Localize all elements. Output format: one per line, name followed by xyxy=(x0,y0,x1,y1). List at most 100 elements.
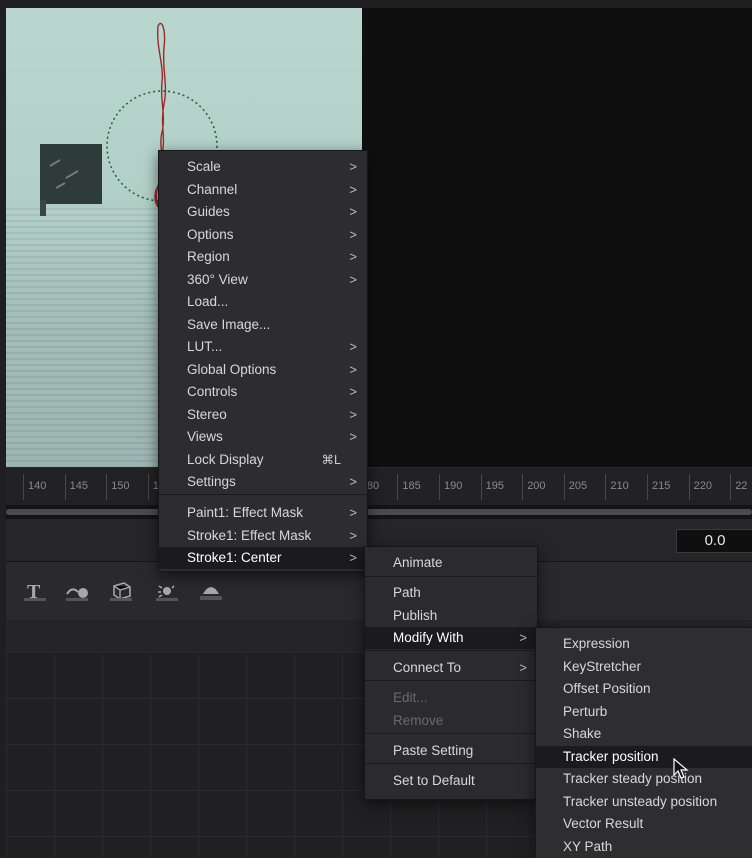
submenu-arrow-icon: > xyxy=(349,527,357,543)
menu-item-label: Publish xyxy=(393,607,438,623)
menu-item-label: Tracker position xyxy=(563,748,659,764)
submenu-arrow-icon: > xyxy=(519,660,527,675)
menu-item-label: Save Image... xyxy=(187,316,271,332)
modify-with-submenu: Expression KeyStretcher Offset Position Per… xyxy=(535,627,752,858)
context-menu-item[interactable]: Paint1: Effect Mask > xyxy=(159,502,367,524)
modify-with-item[interactable]: Offset Position xyxy=(536,678,752,700)
viewer-right[interactable] xyxy=(362,8,752,467)
context-menu-item[interactable]: Settings > xyxy=(159,471,367,493)
modify-with-item[interactable]: Shake xyxy=(536,723,752,745)
center-submenu-item[interactable]: Paste Setting xyxy=(365,740,537,762)
context-menu-item[interactable]: Stroke1: Effect Mask > xyxy=(159,525,367,547)
center-submenu-item[interactable]: Publish xyxy=(365,605,537,627)
ruler-tick-label: 215 xyxy=(647,474,670,500)
menu-item-label: Perturb xyxy=(563,703,608,719)
center-submenu-item: Edit... xyxy=(365,687,537,709)
ruler-tick-label: 150 xyxy=(106,474,130,500)
submenu-arrow-icon: > xyxy=(349,249,357,264)
context-menu-item[interactable]: Lock Display ⌘L xyxy=(159,449,367,471)
modify-with-item[interactable]: Tracker steady position xyxy=(536,768,752,790)
context-menu-item[interactable]: Scale > xyxy=(159,156,367,178)
mouse-cursor-icon xyxy=(673,758,689,779)
context-menu-item[interactable]: Stereo > xyxy=(159,404,367,426)
modify-with-item[interactable]: KeyStretcher xyxy=(536,656,752,678)
value-field[interactable]: 0.0 xyxy=(676,529,752,553)
modify-with-item[interactable]: Perturb xyxy=(536,701,752,723)
menu-item-label: KeyStretcher xyxy=(563,658,642,674)
submenu-arrow-icon: > xyxy=(349,429,357,444)
center-submenu-item: Remove xyxy=(365,710,537,732)
context-menu-item[interactable]: Guides > xyxy=(159,201,367,223)
context-menu-item[interactable]: Views > xyxy=(159,426,367,448)
menu-item-label: Controls xyxy=(187,384,238,399)
paint-tool-icon[interactable] xyxy=(62,578,92,604)
particle-tool-icon[interactable] xyxy=(152,578,182,604)
3d-tool-icon[interactable] xyxy=(106,578,136,604)
center-submenu-item[interactable]: Animate xyxy=(365,552,537,574)
ruler-tick-label: 205 xyxy=(563,474,587,500)
center-submenu-item[interactable]: Modify With > xyxy=(365,627,537,649)
menu-item-label: Connect To xyxy=(393,660,462,675)
ruler-tick-label: 195 xyxy=(480,474,504,500)
ruler-tick-label: 220 xyxy=(688,474,712,500)
context-menu-item[interactable]: LUT... > xyxy=(159,336,367,358)
text-tool-icon[interactable]: T xyxy=(20,578,50,604)
menu-item-label: Shake xyxy=(563,726,602,741)
submenu-arrow-icon: > xyxy=(349,505,357,520)
menu-item-label: Global Options xyxy=(187,361,277,377)
context-menu-item[interactable]: Global Options > xyxy=(159,359,367,381)
menu-item-label: Scale xyxy=(187,159,221,174)
menu-item-label: Options xyxy=(187,226,234,242)
menu-item-label: Paste Setting xyxy=(393,743,474,758)
ruler-tick-label: 140 xyxy=(23,474,46,500)
menu-item-label: XY Path xyxy=(563,838,613,854)
flag-object xyxy=(40,144,102,216)
submenu-arrow-icon: > xyxy=(349,339,357,354)
menu-item-label: Vector Result xyxy=(563,816,644,831)
menu-separator xyxy=(365,576,537,577)
menu-item-label: Paint1: Effect Mask xyxy=(187,505,304,520)
menu-item-label: Stroke1: Center xyxy=(187,550,282,565)
ruler-tick-label: 145 xyxy=(64,474,88,500)
menu-item-label: Modify With xyxy=(393,630,464,645)
menu-item-label: Stereo xyxy=(187,406,227,422)
submenu-arrow-icon: > xyxy=(349,474,357,489)
submenu-arrow-icon: > xyxy=(349,159,357,174)
context-menu-item[interactable]: Save Image... xyxy=(159,314,367,336)
context-menu-item[interactable]: Controls > xyxy=(159,381,367,403)
menu-item-label: Lock Display xyxy=(187,451,264,467)
menu-separator xyxy=(365,680,537,681)
modify-with-item[interactable]: Tracker unsteady position xyxy=(536,791,752,813)
shortcut-label: ⌘L xyxy=(321,452,341,467)
context-menu-item[interactable]: Options > xyxy=(159,224,367,246)
modify-with-item[interactable]: Vector Result xyxy=(536,813,752,835)
submenu-arrow-icon: > xyxy=(349,406,357,422)
submenu-arrow-icon: > xyxy=(349,361,357,377)
submenu-arrow-icon: > xyxy=(519,630,527,645)
context-menu-item[interactable]: Load... xyxy=(159,291,367,313)
context-menu-item[interactable]: Region > xyxy=(159,246,367,268)
context-menu-item[interactable]: 360° View > xyxy=(159,269,367,291)
timeline-scrollbar-thumb[interactable] xyxy=(6,509,752,515)
center-submenu-item[interactable]: Path xyxy=(365,582,537,604)
menu-item-label: LUT... xyxy=(187,339,223,354)
modify-with-item[interactable]: Expression xyxy=(536,633,752,655)
context-menu-item[interactable]: Channel > xyxy=(159,179,367,201)
modify-with-item[interactable]: XY Path xyxy=(536,836,752,858)
menu-item-label: Expression xyxy=(563,636,630,651)
menu-item-label: Channel xyxy=(187,181,238,197)
modify-with-item[interactable]: Tracker position xyxy=(536,745,752,768)
submenu-arrow-icon: > xyxy=(349,226,357,242)
center-submenu-item[interactable]: Set to Default xyxy=(365,770,537,792)
menu-item-label: Guides xyxy=(187,204,230,219)
light-tool-icon[interactable] xyxy=(196,578,226,604)
menu-item-label: Tracker unsteady position xyxy=(563,793,718,809)
context-menu-item[interactable]: Stroke1: Center > xyxy=(159,547,367,569)
timeline-ruler[interactable]: 1401451501551601651701751801851901952002… xyxy=(6,467,752,506)
menu-item-label: Region xyxy=(187,249,230,264)
menu-separator xyxy=(365,733,537,734)
menu-item-label: Stroke1: Effect Mask xyxy=(187,527,312,543)
menu-item-label: Animate xyxy=(393,555,443,570)
center-submenu-item[interactable]: Connect To > xyxy=(365,657,537,679)
menu-item-label: Remove xyxy=(393,712,444,728)
